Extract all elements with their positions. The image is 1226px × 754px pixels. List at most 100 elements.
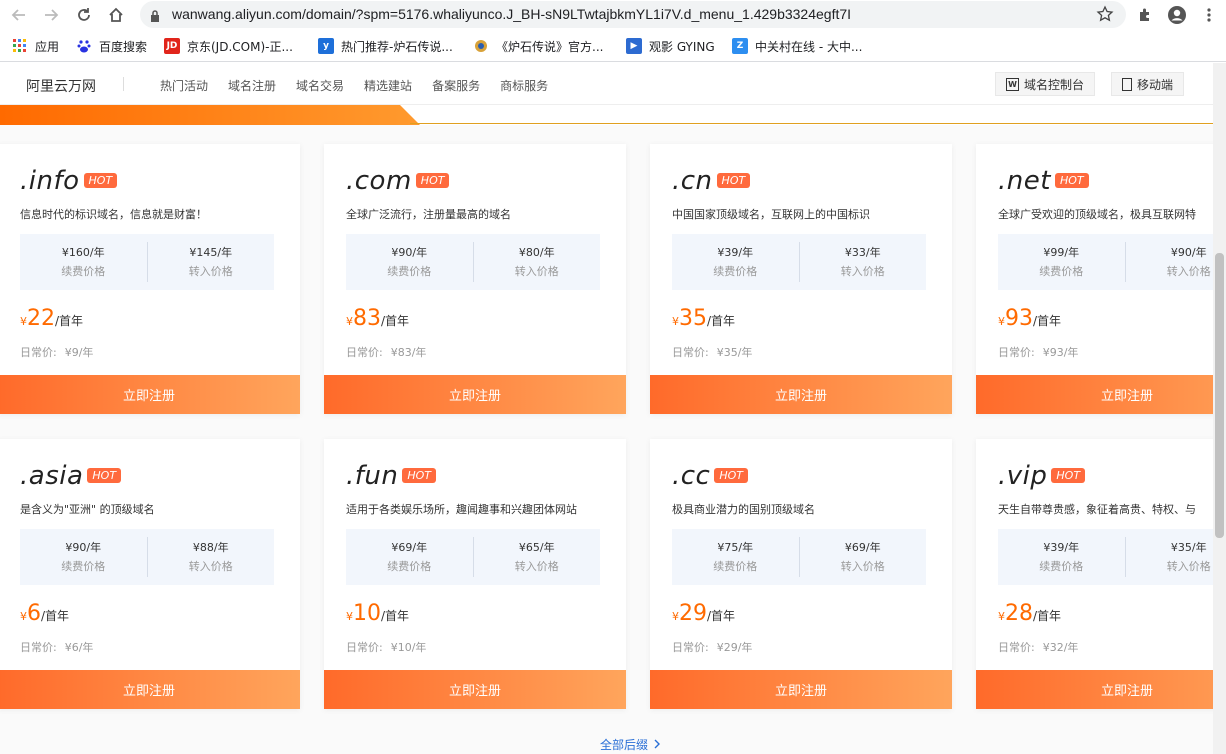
domain-suffix-text: .net: [998, 166, 1051, 196]
first-year-unit: /首年: [55, 314, 84, 328]
domain-card: .com HOT 全球广泛流行，注册量最高的域名 ¥90/年 续费价格 ¥80/年…: [324, 144, 626, 414]
transfer-price-label: 转入价格: [514, 560, 559, 573]
regular-price: 日常价: ¥83/年: [346, 344, 426, 360]
domain-suffix: .cn HOT: [672, 166, 751, 196]
bookmark-gying[interactable]: ▶ 观影 GYING: [626, 37, 715, 55]
renew-price: ¥99/年: [1043, 246, 1080, 259]
renew-price: ¥69/年: [391, 541, 428, 554]
renew-price: ¥39/年: [717, 246, 754, 259]
domain-suffix: .fun HOT: [346, 461, 437, 491]
scrollbar-thumb[interactable]: [1215, 253, 1224, 538]
bookmark-star-icon[interactable]: [1096, 5, 1114, 27]
mobile-button[interactable]: 移动端: [1111, 72, 1185, 96]
domain-suffix-text: .fun: [346, 461, 399, 491]
register-now-button[interactable]: 立即注册: [976, 375, 1213, 414]
regular-price-label: 日常价:: [998, 641, 1035, 654]
first-year-unit: /首年: [707, 609, 736, 623]
extensions-icon[interactable]: [1134, 4, 1156, 26]
currency-symbol: ¥: [672, 610, 679, 623]
nav-trademark[interactable]: 商标服务: [500, 77, 548, 94]
regular-price-label: 日常价:: [672, 346, 709, 359]
lock-icon: [150, 8, 160, 27]
promo-banner-strip: [0, 105, 1213, 125]
nav-site-building[interactable]: 精选建站: [364, 77, 412, 94]
renew-price-label: 续费价格: [713, 265, 758, 278]
bookmark-hearthstone-official[interactable]: 《炉石传说》官方...: [473, 37, 603, 55]
register-now-button[interactable]: 立即注册: [650, 670, 952, 709]
bookmarks-bar: 应用 百度搜索 JD 京东(JD.COM)-正... y 热门推荐-炉石传说..…: [0, 30, 1226, 62]
header-divider: [123, 77, 124, 91]
transfer-price: ¥80/年: [518, 246, 555, 259]
currency-symbol: ¥: [20, 610, 27, 623]
first-year-price: ¥28/首年: [998, 601, 1061, 626]
price-comparison-box: ¥99/年 续费价格 ¥90/年 转入价格: [998, 234, 1213, 290]
reload-icon[interactable]: [73, 4, 95, 26]
apps-grid-icon: [12, 38, 28, 54]
price-comparison-box: ¥90/年 续费价格 ¥80/年 转入价格: [346, 234, 600, 290]
register-now-button[interactable]: 立即注册: [324, 375, 626, 414]
all-suffixes-link[interactable]: 全部后缀: [600, 736, 661, 753]
menu-kebab-icon[interactable]: [1198, 4, 1220, 26]
transfer-price: ¥69/年: [844, 541, 881, 554]
regular-price: 日常价: ¥29/年: [672, 639, 752, 655]
bookmark-apps[interactable]: 应用: [12, 37, 59, 55]
renew-price-cell: ¥75/年 续费价格: [672, 529, 799, 585]
bookmark-jd[interactable]: JD 京东(JD.COM)-正...: [164, 37, 293, 55]
first-year-price: ¥29/首年: [672, 601, 735, 626]
domain-suffix: .info HOT: [20, 166, 118, 196]
register-now-button[interactable]: 立即注册: [0, 375, 300, 414]
play-icon: ▶: [626, 38, 642, 54]
domain-card: .vip HOT 天生自带尊贵感，象征着高贵、特权、与 ¥39/年 续费价格 ¥3…: [976, 439, 1213, 709]
bookmark-label: 《炉石传说》官方...: [496, 39, 604, 54]
bookmark-hearthstone-hot[interactable]: y 热门推荐-炉石传说...: [318, 37, 453, 55]
register-now-button[interactable]: 立即注册: [650, 375, 952, 414]
hot-badge: HOT: [402, 468, 437, 483]
first-year-unit: /首年: [1033, 314, 1062, 328]
domain-suffix-text: .cc: [672, 461, 711, 491]
register-now-button[interactable]: 立即注册: [976, 670, 1213, 709]
nav-domain-trade[interactable]: 域名交易: [296, 77, 344, 94]
domain-suffix: .cc HOT: [672, 461, 749, 491]
nav-hot-activities[interactable]: 热门活动: [160, 77, 208, 94]
page-scrollbar[interactable]: [1213, 63, 1226, 754]
transfer-price: ¥88/年: [192, 541, 229, 554]
bookmark-zol[interactable]: Z 中关村在线 - 大中...: [732, 37, 862, 55]
address-bar[interactable]: wanwang.aliyun.com/domain/?spm=5176.whal…: [140, 1, 1126, 28]
first-year-unit: /首年: [707, 314, 736, 328]
register-now-button[interactable]: 立即注册: [0, 670, 300, 709]
regular-price-label: 日常价:: [346, 346, 383, 359]
first-year-price-value: 28: [1005, 601, 1033, 626]
transfer-price-cell: ¥33/年 转入价格: [798, 242, 927, 282]
first-year-price: ¥35/首年: [672, 306, 735, 331]
register-now-button[interactable]: 立即注册: [324, 670, 626, 709]
nav-domain-register[interactable]: 域名注册: [228, 77, 276, 94]
forward-icon[interactable]: [40, 4, 62, 26]
hot-badge: HOT: [415, 173, 450, 188]
profile-icon[interactable]: [1166, 4, 1188, 26]
domain-suffix: .asia HOT: [20, 461, 122, 491]
back-icon[interactable]: [8, 4, 30, 26]
renew-price-label: 续费价格: [1039, 560, 1084, 573]
domain-suffix-text: .asia: [20, 461, 84, 491]
nav-icp-filing[interactable]: 备案服务: [432, 77, 480, 94]
renew-price-cell: ¥90/年 续费价格: [346, 234, 473, 290]
domain-console-button[interactable]: W 域名控制台: [995, 72, 1096, 96]
hot-badge: HOT: [1051, 468, 1086, 483]
regular-price: 日常价: ¥93/年: [998, 344, 1078, 360]
regular-price-label: 日常价:: [672, 641, 709, 654]
regular-price-value: ¥10/年: [390, 641, 427, 654]
domain-description: 极具商业潜力的国别顶级域名: [672, 503, 815, 516]
regular-price-value: ¥35/年: [716, 346, 753, 359]
site-logo[interactable]: 阿里云万网: [26, 76, 96, 96]
home-icon[interactable]: [105, 4, 127, 26]
regular-price-value: ¥6/年: [64, 641, 94, 654]
hot-badge: HOT: [87, 468, 122, 483]
renew-price-label: 续费价格: [713, 560, 758, 573]
hot-badge: HOT: [83, 173, 118, 188]
regular-price-label: 日常价:: [346, 641, 383, 654]
bookmark-baidu[interactable]: 百度搜索: [76, 37, 147, 55]
domain-card-grid: .info HOT 信息时代的标识域名，信息就是财富！ ¥160/年 续费价格 ¥…: [0, 125, 1213, 754]
console-icon: W: [1006, 77, 1019, 91]
first-year-price: ¥93/首年: [998, 306, 1061, 331]
domain-suffix-text: .com: [346, 166, 412, 196]
